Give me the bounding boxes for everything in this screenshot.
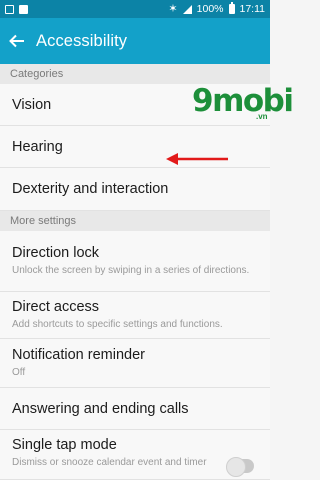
item-description: Unlock the screen by swiping in a series… [12,265,250,276]
item-label: Answering and ending calls [12,400,189,417]
notification-icon [5,4,14,14]
item-description: Add shortcuts to specific settings and f… [12,319,223,330]
section-header-more-settings: More settings [0,211,270,231]
watermark-domain: .vn [256,112,268,121]
list-item-notification-reminder[interactable]: Notification reminder Off [0,339,270,388]
battery-text: 100% [196,3,224,15]
status-bar: ✶ 100% 17:11 [0,0,270,18]
item-label: Single tap mode [12,437,117,453]
item-label: Direct access [12,299,100,315]
item-description: Dismiss or snooze calendar event and tim… [12,457,207,468]
watermark-brand: 9mobi [192,83,294,119]
item-label: Direction lock [12,245,100,261]
list-item-direction-lock[interactable]: Direction lock Unlock the screen by swip… [0,231,270,292]
annotation-arrow-icon [166,153,228,165]
single-tap-toggle[interactable] [226,457,254,477]
item-description: Off [12,367,26,378]
list-item-dexterity[interactable]: Dexterity and interaction [0,168,270,211]
signal-icon [182,4,192,14]
clock: 17:11 [239,3,266,15]
battery-icon [228,2,235,14]
back-arrow-icon[interactable] [9,34,27,48]
list-item-direct-access[interactable]: Direct access Add shortcuts to specific … [0,292,270,339]
section-header-categories: Categories [0,64,270,84]
watermark-logo: 9mobi .vn [192,83,294,122]
list-item-answering-calls[interactable]: Answering and ending calls [0,388,270,430]
item-label: Dexterity and interaction [12,181,169,197]
page-title: Accessibility [36,31,128,50]
list-item-single-tap-mode[interactable]: Single tap mode Dismiss or snooze calend… [0,430,270,480]
item-label: Notification reminder [12,347,145,363]
star-icon: ✶ [168,2,178,15]
screenshot-icon [19,4,28,14]
app-bar: Accessibility [0,18,270,64]
